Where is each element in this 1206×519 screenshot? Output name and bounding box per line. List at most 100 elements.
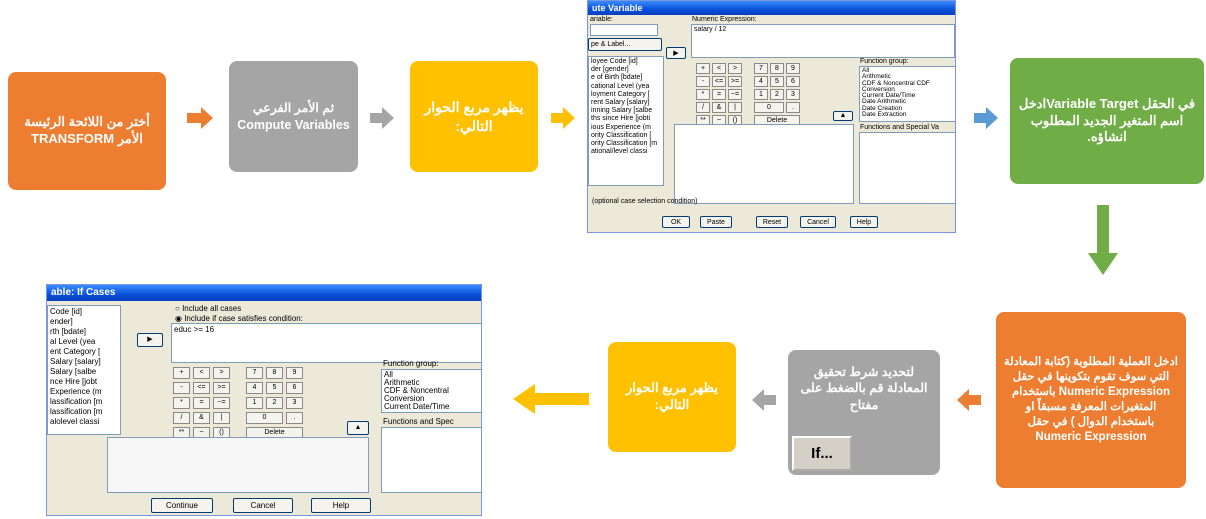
insert-function-button[interactable]: ▲ [347, 421, 369, 435]
move-variable-button[interactable]: ▶ [137, 333, 163, 347]
numeric-expression-input[interactable]: salary / 12 [691, 24, 955, 58]
paste-button[interactable]: Paste [700, 216, 732, 228]
key-less[interactable]: < [712, 63, 726, 74]
variable-list-item[interactable]: loyee Code [id] [591, 58, 661, 66]
variable-list-item[interactable]: ious Experience (m [591, 124, 661, 132]
variable-list-item[interactable]: rth [bdate] [50, 327, 118, 337]
variable-list-item[interactable]: ational/level classi [591, 148, 661, 156]
radio-all-cases[interactable]: ○ Include all cases [175, 304, 241, 313]
key-4[interactable]: 4 [754, 76, 768, 87]
key-1[interactable]: 1 [754, 89, 768, 100]
function-group-list[interactable]: All Arithmetic CDF & Noncentral Conversi… [381, 369, 481, 413]
key-divide[interactable]: / [696, 102, 710, 113]
key-7[interactable]: 7 [246, 367, 263, 379]
variable-list-item[interactable]: Salary [salbe [50, 367, 118, 377]
key-9[interactable]: 9 [786, 63, 800, 74]
key-greater[interactable]: > [213, 367, 230, 379]
key-ge[interactable]: >= [728, 76, 742, 87]
variable-list-item[interactable]: loyment Category [ [591, 91, 661, 99]
key-less[interactable]: < [193, 367, 210, 379]
cancel-button[interactable]: Cancel [233, 498, 293, 513]
variable-list[interactable]: loyee Code [id] der [gender] e of Birth … [588, 56, 664, 186]
help-button[interactable]: Help [850, 216, 878, 228]
key-5[interactable]: 5 [770, 76, 784, 87]
move-variable-button[interactable]: ▶ [666, 47, 686, 59]
key-7[interactable]: 7 [754, 63, 768, 74]
key-9[interactable]: 9 [286, 367, 303, 379]
variable-list-item[interactable]: ority Classification [ [591, 132, 661, 140]
key-3[interactable]: 3 [286, 397, 303, 409]
function-group-item[interactable]: Date Extraction [862, 111, 954, 118]
key-multiply[interactable]: * [696, 89, 710, 100]
key-not-equal[interactable]: ~= [213, 397, 230, 409]
key-minus[interactable]: - [173, 382, 190, 394]
insert-function-button[interactable]: ▲ [833, 111, 853, 121]
key-dot[interactable]: . [786, 102, 800, 113]
variable-list-item[interactable]: Salary [salary] [50, 357, 118, 367]
key-6[interactable]: 6 [286, 382, 303, 394]
variable-list-item[interactable]: der [gender] [591, 66, 661, 74]
key-8[interactable]: 8 [770, 63, 784, 74]
key-le[interactable]: <= [193, 382, 210, 394]
variable-list-item[interactable]: alolevel classi [50, 417, 118, 427]
variable-list-item[interactable]: e of Birth [bdate] [591, 74, 661, 82]
key-or[interactable]: | [728, 102, 742, 113]
variable-list-item[interactable]: inning Salary [salbe [591, 107, 661, 115]
radio-if-condition[interactable]: ◉ Include if case satisfies condition: [175, 314, 303, 323]
target-variable-input[interactable] [590, 24, 658, 36]
key-4[interactable]: 4 [246, 382, 263, 394]
variable-list-item[interactable]: rent Salary [salary] [591, 99, 661, 107]
key-and[interactable]: & [712, 102, 726, 113]
expression-area[interactable] [674, 124, 854, 204]
key-divide[interactable]: / [173, 412, 190, 424]
cancel-button[interactable]: Cancel [800, 216, 836, 228]
variable-list-item[interactable]: ority Classification [m [591, 140, 661, 148]
variable-list-item[interactable]: Code [id] [50, 307, 118, 317]
key-equal[interactable]: = [193, 397, 210, 409]
help-button[interactable]: Help [311, 498, 371, 513]
continue-button[interactable]: Continue [151, 498, 213, 513]
step-box-7: يظهر مربع الحوار التالي: [608, 342, 736, 452]
type-label-button[interactable]: pe & Label... [588, 38, 662, 51]
ok-button[interactable]: OK [662, 216, 690, 228]
function-group-item[interactable]: Current Date/Time [384, 403, 480, 411]
variable-list-item[interactable]: ender] [50, 317, 118, 327]
key-not-equal[interactable]: ~= [728, 89, 742, 100]
key-and[interactable]: & [193, 412, 210, 424]
variable-list-item[interactable]: ent Category [ [50, 347, 118, 357]
function-group-list[interactable]: All Arithmetic CDF & Noncentral CDF Conv… [859, 66, 955, 122]
key-0[interactable]: 0 [246, 412, 283, 424]
key-1[interactable]: 1 [246, 397, 263, 409]
variable-list-item[interactable]: cational Level (yea [591, 83, 661, 91]
key-greater[interactable]: > [728, 63, 742, 74]
key-ge[interactable]: >= [213, 382, 230, 394]
if-button[interactable]: If... [792, 436, 852, 471]
variable-list-item[interactable]: nce Hire [jobt [50, 377, 118, 387]
key-equal[interactable]: = [712, 89, 726, 100]
functions-list[interactable] [859, 132, 955, 204]
key-5[interactable]: 5 [266, 382, 283, 394]
key-0[interactable]: 0 [754, 102, 784, 113]
variable-list-item[interactable]: lassification [m [50, 407, 118, 417]
key-minus[interactable]: - [696, 76, 710, 87]
variable-list-item[interactable]: Experience (m [50, 387, 118, 397]
expression-area[interactable] [107, 437, 369, 493]
key-or[interactable]: | [213, 412, 230, 424]
key-8[interactable]: 8 [266, 367, 283, 379]
key-multiply[interactable]: * [173, 397, 190, 409]
variable-list-item[interactable]: ths since Hire [jobti [591, 115, 661, 123]
variable-list-item[interactable]: lassification [m [50, 397, 118, 407]
key-plus[interactable]: + [696, 63, 710, 74]
variable-list[interactable]: Code [id] ender] rth [bdate] al Level (y… [47, 305, 121, 435]
condition-input[interactable]: educ >= 16 [171, 323, 481, 363]
variable-list-item[interactable]: al Level (yea [50, 337, 118, 347]
key-6[interactable]: 6 [786, 76, 800, 87]
functions-list[interactable] [381, 427, 481, 493]
key-le[interactable]: <= [712, 76, 726, 87]
key-3[interactable]: 3 [786, 89, 800, 100]
key-dot[interactable]: . [286, 412, 303, 424]
key-2[interactable]: 2 [266, 397, 283, 409]
key-2[interactable]: 2 [770, 89, 784, 100]
reset-button[interactable]: Reset [756, 216, 788, 228]
key-plus[interactable]: + [173, 367, 190, 379]
